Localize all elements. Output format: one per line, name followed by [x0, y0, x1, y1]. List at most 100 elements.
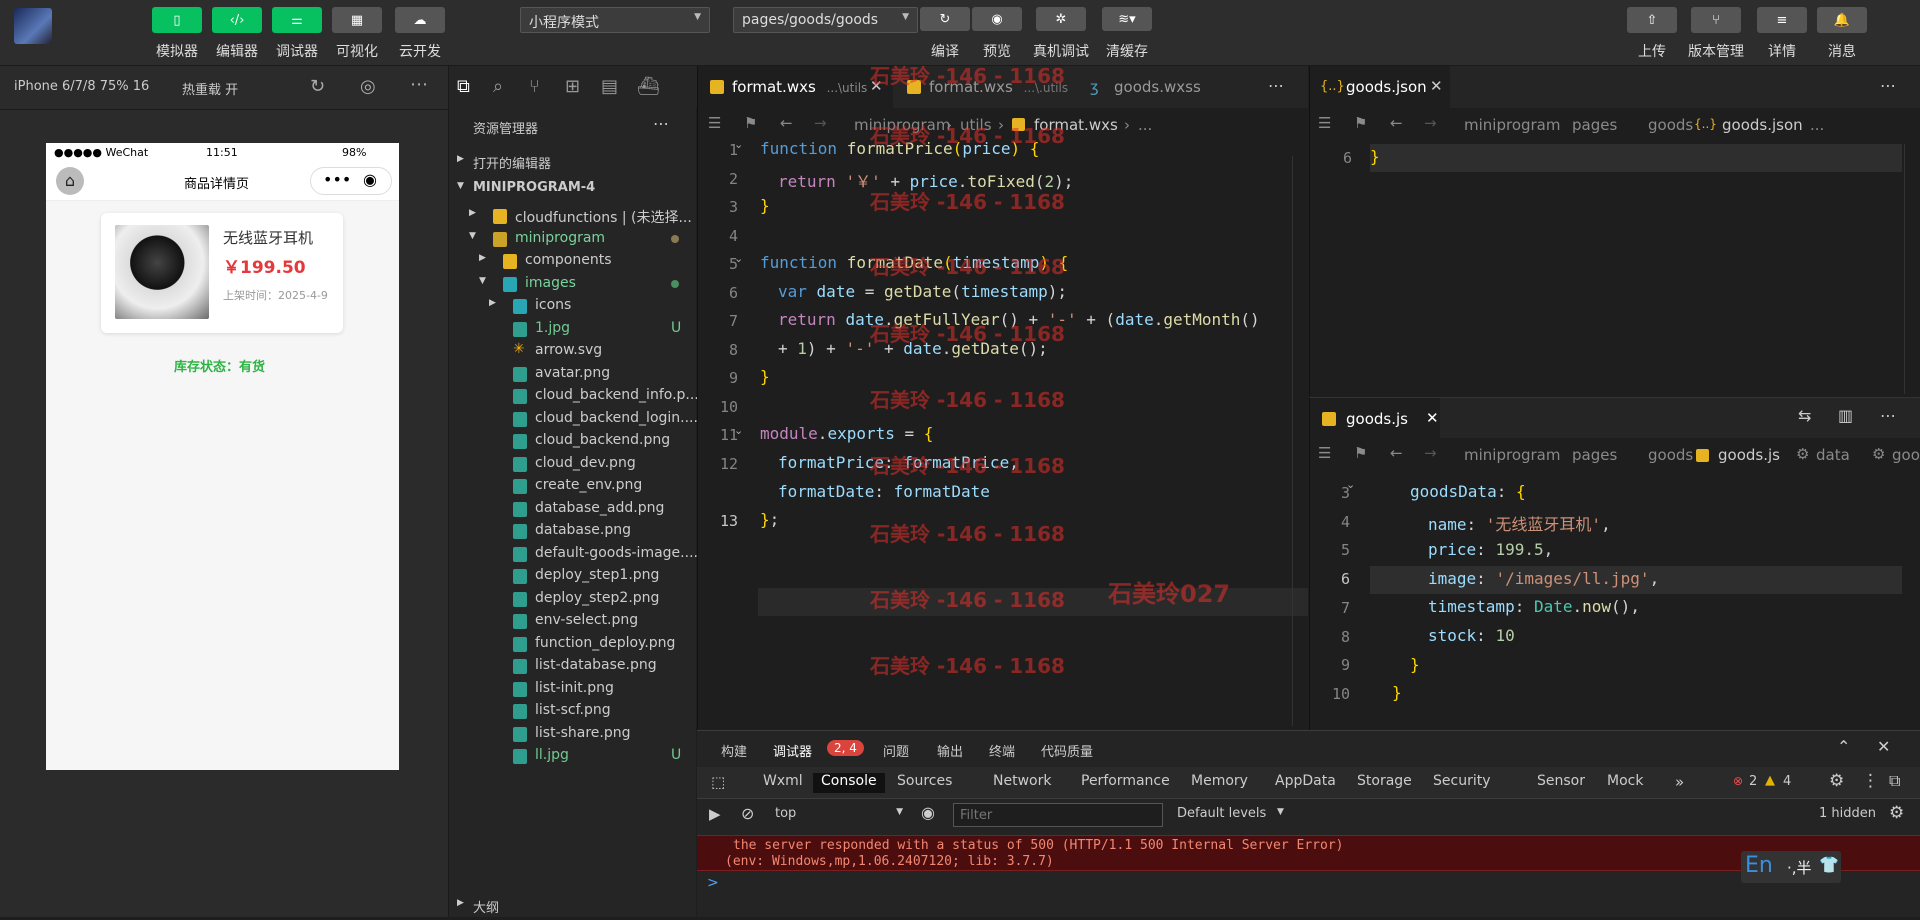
back-icon[interactable]: ← [780, 114, 793, 132]
devtools-tab-appdata[interactable]: AppData [1275, 773, 1336, 789]
panel-icon[interactable]: ▤ [601, 76, 618, 97]
stop-icon[interactable]: ◎ [360, 76, 376, 97]
crumb-pages[interactable]: pages [1572, 446, 1617, 464]
devtools-tab-network[interactable]: Network [993, 773, 1051, 789]
fold-icon[interactable]: ⌄ [734, 424, 743, 437]
tab-goods-js[interactable]: goods.js ✕ [1310, 398, 1440, 438]
crumb-miniprogram[interactable]: miniprogram [1464, 446, 1560, 464]
simulator-toggle-button[interactable]: ▯ [152, 7, 202, 33]
device-select[interactable]: iPhone 6/7/8 75% 16 [14, 79, 149, 94]
close-icon[interactable]: ✕ [1426, 409, 1439, 427]
refresh-icon[interactable]: ↻ [310, 76, 325, 97]
devtools-top-tab[interactable]: 代码质量 [1041, 741, 1093, 760]
bookmark-icon[interactable]: ⚑ [1354, 114, 1367, 132]
crumb-file[interactable]: goods.json [1722, 116, 1803, 134]
version-button[interactable]: ⑂ [1691, 7, 1741, 33]
console-error-entry[interactable]: the server responded with a status of 50… [697, 835, 1920, 871]
cloud-dev-button[interactable]: ☁ [395, 7, 445, 33]
devtools-top-tab[interactable]: 构建 [721, 741, 747, 760]
list-icon[interactable]: ☰ [708, 114, 721, 132]
devtools-tab-memory[interactable]: Memory [1191, 773, 1248, 789]
context-select[interactable]: top ▼ [767, 803, 907, 827]
close-icon[interactable]: ✕ [1430, 77, 1443, 95]
files-icon[interactable]: ⧉ [457, 76, 470, 97]
more-icon[interactable]: ⋯ [410, 74, 428, 95]
back-icon[interactable]: ← [1390, 114, 1403, 132]
mode-select[interactable]: 小程序模式 ▼ [520, 7, 710, 33]
error-count[interactable]: 2 [1749, 774, 1757, 789]
details-button[interactable]: ≡ [1757, 7, 1807, 33]
levels-select[interactable]: Default levels [1177, 806, 1266, 821]
devtools-tab-sensor[interactable]: Sensor [1537, 773, 1585, 789]
fold-icon[interactable]: ⌄ [734, 252, 743, 265]
devtools-top-tab[interactable]: 终端 [989, 741, 1015, 760]
close-circle-icon[interactable]: ◉ [363, 170, 377, 189]
kebab-menu-icon[interactable]: ⋮ [1862, 771, 1879, 791]
user-avatar[interactable] [14, 8, 52, 44]
bookmark-icon[interactable]: ⚑ [1354, 444, 1367, 462]
fold-icon[interactable]: ⌄ [734, 138, 743, 151]
back-icon[interactable]: ← [1390, 444, 1403, 462]
devtools-tab-console[interactable]: Console [813, 773, 885, 793]
settings-gear-icon[interactable]: ⚙ [1889, 803, 1904, 823]
devtools-tab-wxml[interactable]: Wxml [763, 773, 803, 789]
outline-section[interactable]: ▶ 大纲 [449, 893, 697, 920]
console-prompt[interactable]: > [707, 875, 719, 891]
remote-debug-button[interactable]: ✲ [1036, 7, 1086, 31]
scrollbar[interactable] [1904, 144, 1918, 394]
devtools-top-tab[interactable]: 问题 [883, 741, 909, 760]
more-dots-icon[interactable]: ••• [323, 170, 351, 189]
close-icon[interactable]: ✕ [1877, 737, 1890, 756]
extensions-icon[interactable]: ⊞ [565, 76, 580, 97]
search-icon[interactable]: ⌕ [493, 76, 503, 97]
tree-item[interactable]: ll.jpg U [449, 743, 697, 770]
clear-console-icon[interactable]: ⊘ [741, 804, 754, 823]
product-card[interactable]: 无线蓝牙耳机 ￥199.50 上架时间：2025-4-9 [101, 213, 343, 333]
fold-icon[interactable]: ⌄ [1346, 478, 1355, 491]
preview-button[interactable]: ◉ [972, 7, 1022, 31]
open-editors-section[interactable]: ▶ 打开的编辑器 [449, 149, 697, 176]
tab-goods-wxss[interactable]: ʒ goods.wxss [1078, 66, 1238, 108]
devtools-tab-sources[interactable]: Sources [897, 773, 952, 789]
crumb-more[interactable]: ... [1138, 116, 1152, 134]
crumb-more[interactable]: ... [1810, 116, 1824, 134]
crumb-miniprogram[interactable]: miniprogram [1464, 116, 1560, 134]
more-tabs-icon[interactable]: » [1675, 773, 1684, 791]
list-icon[interactable]: ☰ [1318, 114, 1331, 132]
devtools-tab-mock[interactable]: Mock [1607, 773, 1643, 789]
devtools-tab-storage[interactable]: Storage [1357, 773, 1412, 789]
split-editor-icon[interactable]: ▥ [1838, 406, 1853, 425]
home-button[interactable]: ⌂ [56, 167, 84, 195]
clear-cache-button[interactable]: ≋▾ [1102, 7, 1152, 31]
upload-button[interactable]: ⇧ [1627, 7, 1677, 33]
tab-goods-json[interactable]: {..} goods.json ✕ [1310, 66, 1450, 108]
devtools-tab-security[interactable]: Security [1433, 773, 1491, 789]
crumb-pages[interactable]: pages [1572, 116, 1617, 134]
devtools-top-tab[interactable]: 输出 [937, 741, 963, 760]
explorer-more-icon[interactable]: ⋯ [653, 114, 669, 133]
capsule-menu[interactable]: ••• ◉ [310, 167, 392, 195]
code-line[interactable]: } [1370, 147, 1380, 166]
crumb-goods[interactable]: goods [1648, 446, 1693, 464]
devtools-tab-performance[interactable]: Performance [1081, 773, 1170, 789]
inspect-icon[interactable]: ⬚ [711, 773, 725, 791]
maximize-icon[interactable]: ⌃ [1837, 737, 1850, 756]
bookmark-icon[interactable]: ⚑ [744, 114, 757, 132]
forward-icon[interactable]: → [1424, 444, 1437, 462]
crumb-goods[interactable]: goods [1648, 116, 1693, 134]
tab-more-icon[interactable]: ⋯ [1880, 76, 1896, 95]
warning-count[interactable]: 4 [1783, 774, 1791, 789]
editor-toggle-button[interactable]: ‹/› [212, 7, 262, 33]
crumb-goods-data[interactable]: goo [1892, 446, 1920, 464]
tab-more-icon[interactable]: ⋯ [1880, 406, 1896, 425]
source-control-icon[interactable]: ⑂ [529, 76, 540, 97]
debugger-toggle-button[interactable]: ⚌ [272, 7, 322, 33]
tab-format-wxs[interactable]: format.wxs ...\utils ✕ [698, 66, 893, 108]
compare-icon[interactable]: ⇆ [1798, 406, 1811, 425]
forward-icon[interactable]: → [1424, 114, 1437, 132]
visual-button[interactable]: ▦ [332, 7, 382, 33]
list-icon[interactable]: ☰ [1318, 444, 1331, 462]
docker-icon[interactable]: ⛴ [637, 76, 660, 97]
dock-icon[interactable]: ⧉ [1889, 771, 1900, 791]
hot-reload-toggle[interactable]: 热重载 开 [182, 79, 238, 98]
